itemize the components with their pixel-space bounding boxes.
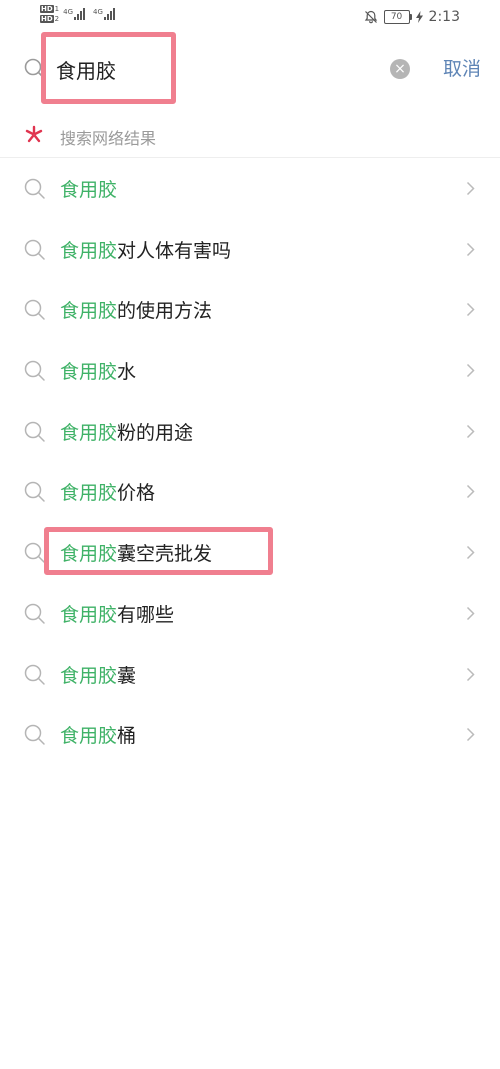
suggestion-keyword: 食用胶 xyxy=(60,664,118,687)
suggestion-rest: 有哪些 xyxy=(117,603,175,626)
hd-sim-number: 1 xyxy=(54,5,60,13)
chevron-right-icon xyxy=(466,424,475,438)
suggestion-item[interactable]: 食用胶桶 xyxy=(0,704,500,765)
battery-level: 70 xyxy=(390,12,403,22)
suggestion-keyword: 食用胶 xyxy=(60,239,118,262)
hd-sim-number: 2 xyxy=(54,15,60,23)
suggestion-text: 食用胶粉的用途 xyxy=(60,418,193,445)
signal-sim-2: 4G xyxy=(93,8,119,20)
web-results-header: 搜索网络结果 xyxy=(0,110,500,158)
suggestion-rest: 对人体有害吗 xyxy=(117,239,232,262)
charging-bolt-icon xyxy=(415,11,423,23)
suggestion-text: 食用胶囊空壳批发 xyxy=(60,539,212,566)
search-icon xyxy=(24,58,45,79)
section-title: 搜索网络结果 xyxy=(60,129,157,148)
suggestion-keyword: 食用胶 xyxy=(60,361,118,384)
clear-search-button[interactable]: × xyxy=(390,59,410,79)
suggestion-list: 食用胶 食用胶对人体有害吗 食用胶的使用方法 食用胶水 食用胶粉的用途 食用胶价… xyxy=(0,158,500,765)
chevron-right-icon xyxy=(466,546,475,560)
chevron-right-icon xyxy=(466,485,475,499)
hd-icon: HD xyxy=(40,15,54,23)
suggestion-item[interactable]: 食用胶囊 xyxy=(0,644,500,705)
suggestion-item[interactable]: 食用胶对人体有害吗 xyxy=(0,219,500,280)
suggestion-item[interactable]: 食用胶的使用方法 xyxy=(0,279,500,340)
suggestion-rest: 桶 xyxy=(117,725,137,748)
status-bar-left: HD 1 HD 2 4G 4G xyxy=(40,5,119,23)
suggestion-rest: 囊 xyxy=(117,664,137,687)
suggestion-keyword: 食用胶 xyxy=(60,300,118,323)
suggestion-text: 食用胶桶 xyxy=(60,721,136,748)
suggestion-item[interactable]: 食用胶水 xyxy=(0,340,500,401)
hd-badge-1: HD 1 xyxy=(40,5,59,13)
search-icon xyxy=(24,360,45,381)
hd-indicators: HD 1 HD 2 xyxy=(40,5,59,23)
chevron-right-icon xyxy=(466,364,475,378)
suggestion-rest: 粉的用途 xyxy=(117,421,194,444)
status-bar-right: 70 2:13 xyxy=(364,9,460,25)
network-type-label: 4G xyxy=(63,8,74,16)
chevron-right-icon xyxy=(466,667,475,681)
suggestion-item[interactable]: 食用胶有哪些 xyxy=(0,583,500,644)
signal-bars-icon xyxy=(103,8,115,20)
suggestion-item[interactable]: 食用胶价格 xyxy=(0,461,500,522)
suggestion-keyword: 食用胶 xyxy=(60,725,118,748)
signal-bars-icon xyxy=(74,8,86,20)
suggestion-keyword: 食用胶 xyxy=(60,543,118,566)
chevron-right-icon xyxy=(466,242,475,256)
suggestion-item[interactable]: 食用胶囊空壳批发 xyxy=(0,522,500,583)
bell-muted-icon xyxy=(364,10,377,24)
search-icon xyxy=(24,482,45,503)
cancel-button[interactable]: 取消 xyxy=(443,54,481,81)
suggestion-keyword: 食用胶 xyxy=(60,421,118,444)
search-input[interactable] xyxy=(56,53,376,85)
search-header: × 取消 xyxy=(0,36,500,102)
suggestion-rest: 的使用方法 xyxy=(117,300,213,323)
search-icon xyxy=(24,239,45,260)
search-icon xyxy=(24,542,45,563)
suggestion-rest: 囊空壳批发 xyxy=(117,543,213,566)
suggestion-item[interactable]: 食用胶粉的用途 xyxy=(0,401,500,462)
search-icon xyxy=(24,603,45,624)
suggestion-keyword: 食用胶 xyxy=(60,482,118,505)
chevron-right-icon xyxy=(466,181,475,196)
status-time: 2:13 xyxy=(428,9,460,25)
clear-icon: × xyxy=(394,61,406,77)
suggestion-text: 食用胶囊 xyxy=(60,661,136,688)
chevron-right-icon xyxy=(466,728,475,742)
hd-icon: HD xyxy=(40,5,54,13)
status-bar: HD 1 HD 2 4G 4G 70 2:13 xyxy=(0,0,500,36)
suggestion-text: 食用胶的使用方法 xyxy=(60,296,212,323)
search-icon xyxy=(24,724,45,745)
hd-badge-2: HD 2 xyxy=(40,15,59,23)
battery-icon: 70 xyxy=(383,10,412,24)
spark-icon xyxy=(25,125,43,143)
suggestion-text: 食用胶价格 xyxy=(60,478,155,505)
suggestion-rest: 水 xyxy=(117,361,137,384)
suggestion-text: 食用胶水 xyxy=(60,357,136,384)
suggestion-keyword: 食用胶 xyxy=(60,603,118,626)
suggestion-rest: 价格 xyxy=(117,482,156,505)
signal-sim-1: 4G xyxy=(63,8,89,20)
chevron-right-icon xyxy=(466,303,475,317)
search-icon xyxy=(24,178,45,199)
search-icon xyxy=(24,300,45,321)
suggestion-text: 食用胶有哪些 xyxy=(60,600,174,627)
network-type-label: 4G xyxy=(93,8,103,16)
suggestion-text: 食用胶 xyxy=(60,175,117,202)
suggestion-item[interactable]: 食用胶 xyxy=(0,158,500,219)
search-icon xyxy=(24,664,45,685)
suggestion-keyword: 食用胶 xyxy=(60,179,118,201)
suggestion-text: 食用胶对人体有害吗 xyxy=(60,236,231,263)
search-icon xyxy=(24,421,45,442)
chevron-right-icon xyxy=(466,606,475,620)
